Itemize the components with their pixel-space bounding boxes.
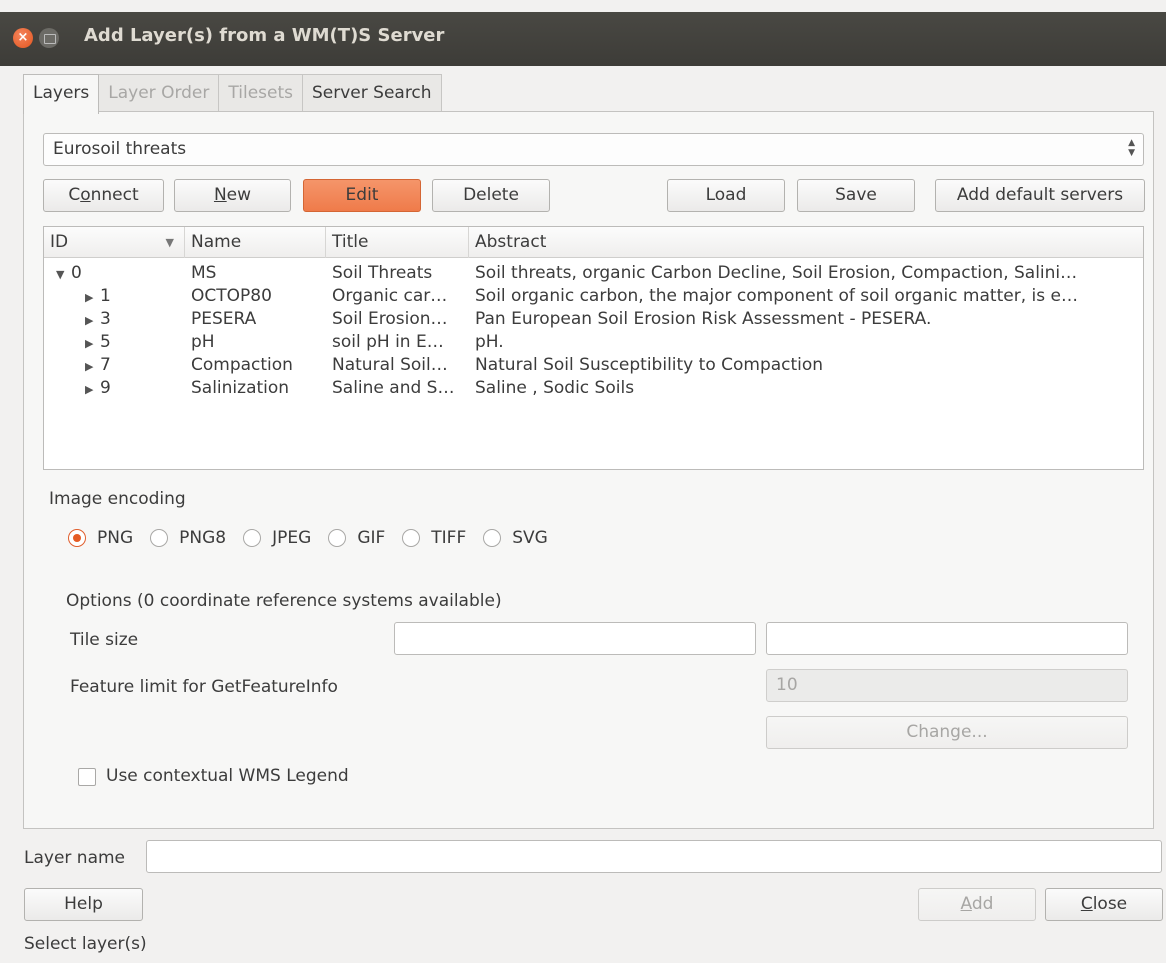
- tab-layers[interactable]: Layers: [23, 74, 100, 114]
- radio-gif[interactable]: GIF: [328, 528, 385, 548]
- spin-arrows-icon: ▲ ▼: [1128, 138, 1135, 158]
- window-minimize-icon[interactable]: [39, 28, 59, 48]
- tab-tilesets[interactable]: Tilesets: [218, 74, 303, 112]
- radio-png8[interactable]: PNG8: [150, 528, 226, 548]
- table-row[interactable]: ▶ 5 pH soil pH in E… pH.: [44, 331, 1143, 354]
- radio-checked-icon[interactable]: [68, 529, 86, 547]
- radio-svg[interactable]: SVG: [483, 528, 548, 548]
- image-encoding-radio-group: PNG PNG8 JPEG GIF TIFF SVG: [68, 527, 565, 549]
- table-row[interactable]: ▼ 0 MS Soil Threats Soil threats, organic…: [44, 262, 1143, 285]
- save-button[interactable]: Save: [797, 179, 915, 212]
- collapse-arrow-icon[interactable]: ▼: [56, 263, 71, 286]
- sort-descending-icon: ▼: [165, 236, 174, 249]
- window-close-icon[interactable]: ×: [13, 28, 33, 48]
- tile-width-input[interactable]: [394, 622, 756, 655]
- contextual-legend-checkbox[interactable]: [78, 768, 96, 786]
- title-bar: × Add Layer(s) from a WM(T)S Server: [0, 12, 1166, 66]
- column-header-id[interactable]: ID ▼: [44, 227, 185, 258]
- new-button[interactable]: New: [174, 179, 291, 212]
- tab-layer-order[interactable]: Layer Order: [98, 74, 220, 112]
- help-button[interactable]: Help: [24, 888, 143, 921]
- load-button[interactable]: Load: [667, 179, 785, 212]
- radio-unchecked-icon[interactable]: [243, 529, 262, 547]
- tab-server-search[interactable]: Server Search: [302, 74, 442, 112]
- add-button[interactable]: Add: [918, 888, 1036, 921]
- window-top-strip: [0, 0, 1166, 12]
- expand-arrow-icon[interactable]: ▶: [85, 332, 100, 355]
- feature-limit-label: Feature limit for GetFeatureInfo: [70, 677, 338, 697]
- expand-arrow-icon[interactable]: ▶: [85, 355, 100, 378]
- layer-tree-header: ID ▼ Name Title Abstract: [44, 227, 1143, 258]
- layer-name-label: Layer name: [24, 848, 126, 868]
- radio-unchecked-icon[interactable]: [402, 529, 421, 547]
- column-header-abstract[interactable]: Abstract: [469, 227, 1143, 258]
- expand-arrow-icon[interactable]: ▶: [85, 378, 100, 401]
- tile-size-label: Tile size: [70, 630, 139, 650]
- expand-arrow-icon[interactable]: ▶: [85, 309, 100, 332]
- table-row[interactable]: ▶ 3 PESERA Soil Erosion… Pan European Soi…: [44, 308, 1143, 331]
- radio-tiff[interactable]: TIFF: [402, 528, 466, 548]
- edit-button[interactable]: Edit: [303, 179, 421, 212]
- column-header-title[interactable]: Title: [326, 227, 469, 258]
- table-row[interactable]: ▶ 1 OCTOP80 Organic car… Soil organic car…: [44, 285, 1143, 308]
- layer-name-input[interactable]: [146, 840, 1162, 873]
- radio-png[interactable]: PNG: [68, 528, 133, 548]
- column-header-name[interactable]: Name: [185, 227, 326, 258]
- connection-select[interactable]: Eurosoil threats ▲ ▼: [43, 133, 1144, 166]
- window-title: Add Layer(s) from a WM(T)S Server: [84, 25, 445, 46]
- radio-unchecked-icon[interactable]: [150, 529, 169, 547]
- table-row[interactable]: ▶ 9 Salinization Saline and S… Saline , S…: [44, 377, 1143, 400]
- connect-button[interactable]: Connect: [43, 179, 164, 212]
- radio-jpeg[interactable]: JPEG: [243, 528, 311, 548]
- radio-unchecked-icon[interactable]: [328, 529, 347, 547]
- status-text: Select layer(s): [24, 934, 147, 954]
- table-row[interactable]: ▶ 7 Compaction Natural Soil… Natural Soil…: [44, 354, 1143, 377]
- add-default-servers-button[interactable]: Add default servers: [935, 179, 1145, 212]
- contextual-legend-label: Use contextual WMS Legend: [106, 766, 349, 786]
- layer-tree[interactable]: ID ▼ Name Title Abstract ▼ 0 MS Soil Thre…: [43, 226, 1144, 470]
- change-crs-button[interactable]: Change...: [766, 716, 1128, 749]
- tab-bar: Layers Layer Order Tilesets Server Searc…: [23, 74, 442, 114]
- image-encoding-label: Image encoding: [49, 489, 186, 509]
- feature-limit-input[interactable]: 10: [766, 669, 1128, 702]
- delete-button[interactable]: Delete: [432, 179, 550, 212]
- close-button[interactable]: Close: [1045, 888, 1163, 921]
- expand-arrow-icon[interactable]: ▶: [85, 286, 100, 309]
- connection-select-value: Eurosoil threats: [53, 139, 187, 159]
- tile-height-input[interactable]: [766, 622, 1128, 655]
- options-heading: Options (0 coordinate reference systems …: [66, 591, 502, 611]
- radio-unchecked-icon[interactable]: [483, 529, 502, 547]
